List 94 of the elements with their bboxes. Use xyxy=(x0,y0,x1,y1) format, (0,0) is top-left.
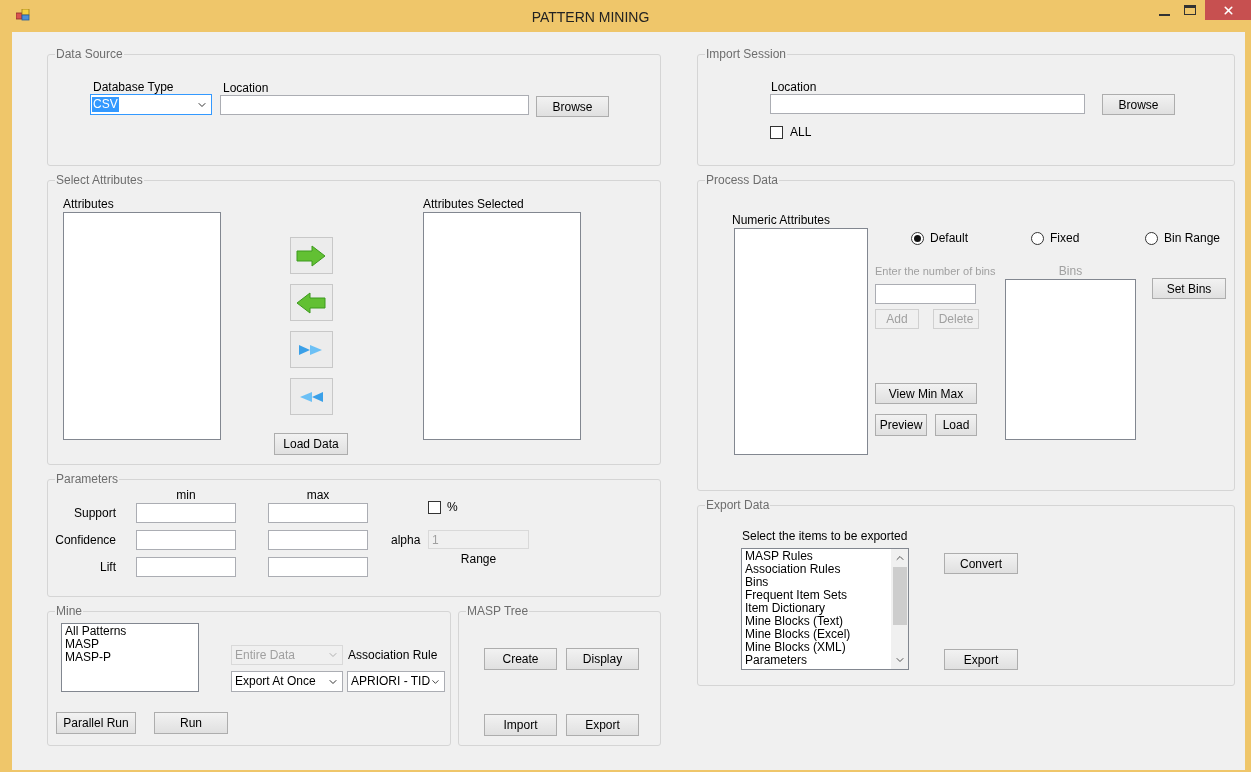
text-field[interactable] xyxy=(770,94,1085,114)
list-box[interactable] xyxy=(63,212,221,440)
move-all-left-button[interactable] xyxy=(289,378,333,415)
radio-label: Default xyxy=(930,231,969,245)
text-field[interactable] xyxy=(220,95,529,115)
text-field[interactable] xyxy=(268,503,368,523)
dropdown[interactable]: Export At Once xyxy=(231,671,343,692)
list-label: Bins xyxy=(1058,264,1083,278)
range-label: Range xyxy=(460,552,497,566)
maximize-icon xyxy=(1184,5,1196,15)
field-label: Location xyxy=(771,80,818,94)
group-title: Parameters xyxy=(55,472,120,486)
move-all-right-button[interactable] xyxy=(289,331,333,368)
field-label: Enter the number of bins xyxy=(875,264,997,278)
arrow-right-icon xyxy=(296,244,326,267)
list-box[interactable] xyxy=(423,212,581,440)
double-arrow-right-icon xyxy=(299,343,323,356)
group-title: Process Data xyxy=(705,173,780,187)
parallel-run-button[interactable]: Parallel Run xyxy=(56,712,136,734)
group-title: Data Source xyxy=(55,47,124,61)
group-title: Import Session xyxy=(705,47,788,61)
field-label: Location xyxy=(223,81,270,95)
parameter-label: Lift xyxy=(100,560,116,574)
text-field[interactable] xyxy=(136,557,236,577)
field-label: alpha xyxy=(391,532,421,547)
checkbox-label: % xyxy=(447,500,458,514)
move-right-button[interactable] xyxy=(289,237,333,274)
group-title: Select Attributes xyxy=(55,173,144,187)
column-label: min xyxy=(176,488,196,502)
close-icon xyxy=(1221,3,1235,17)
move-left-button[interactable] xyxy=(289,284,333,321)
list-label: Attributes Selected xyxy=(423,197,525,211)
group-title: MASP Tree xyxy=(466,604,530,618)
text-field[interactable] xyxy=(268,530,368,550)
app-icon xyxy=(16,9,30,21)
preview-button[interactable]: Preview xyxy=(875,414,927,436)
list-item[interactable]: Frequent Item Sets xyxy=(742,589,891,602)
minimize-icon xyxy=(1158,14,1170,16)
list-item[interactable]: Mine Blocks (XML) xyxy=(742,641,891,654)
scrollbar-thumb[interactable] xyxy=(892,567,907,625)
list-box[interactable] xyxy=(734,228,868,455)
checkbox[interactable] xyxy=(770,125,783,139)
list-label: Numeric Attributes xyxy=(732,213,832,227)
dropdown[interactable]: APRIORI - TID xyxy=(347,671,445,692)
list-label: Select the items to be exported xyxy=(742,529,909,543)
load-data-button[interactable]: Load Data xyxy=(274,433,348,455)
text-field[interactable] xyxy=(875,284,976,304)
view-min-max-button[interactable]: View Min Max xyxy=(875,383,977,404)
list-item[interactable]: MASP xyxy=(62,638,198,651)
text-field[interactable] xyxy=(268,557,368,577)
tree-action-button[interactable]: Create xyxy=(484,648,557,670)
convert-button[interactable]: Convert xyxy=(944,553,1018,574)
text-field[interactable] xyxy=(136,530,236,550)
list-item[interactable]: Association Rules xyxy=(742,563,891,576)
radio-label: Fixed xyxy=(1050,231,1080,245)
set-bins-button[interactable]: Set Bins xyxy=(1152,278,1226,299)
column-label: max xyxy=(306,488,330,502)
window-title: PATTERN MINING xyxy=(531,9,650,25)
parameter-label: Support xyxy=(73,506,116,520)
arrow-left-icon xyxy=(296,291,326,314)
list-item[interactable]: Mine Blocks (Excel) xyxy=(742,628,891,641)
checkbox[interactable] xyxy=(428,500,441,514)
scrollbar[interactable] xyxy=(891,549,908,669)
list-box[interactable]: All Patterns MASP MASP-P xyxy=(61,623,199,692)
run-button[interactable]: Run xyxy=(154,712,228,734)
list-item[interactable]: Item Dictionary xyxy=(742,602,891,615)
list-item[interactable]: Bins xyxy=(742,576,891,589)
list-item[interactable]: Parameters xyxy=(742,654,891,667)
list-item[interactable]: Mine Blocks (Text) xyxy=(742,615,891,628)
list-item[interactable]: MASP-P xyxy=(62,651,198,664)
checkbox-label: ALL xyxy=(790,125,812,139)
list-item[interactable]: All Patterns xyxy=(62,625,198,638)
field-label: Database Type xyxy=(93,80,175,94)
radio-button[interactable] xyxy=(1031,231,1044,245)
group-title: Mine xyxy=(55,604,83,618)
browse-button[interactable]: Browse xyxy=(536,96,609,117)
radio-label: Bin Range xyxy=(1164,231,1221,245)
list-label: Attributes xyxy=(63,197,115,211)
browse-button[interactable]: Browse xyxy=(1102,94,1175,115)
tree-action-button[interactable]: Display xyxy=(566,648,639,670)
tree-action-button[interactable]: Export xyxy=(566,714,639,736)
list-box[interactable] xyxy=(1005,279,1136,440)
load-button[interactable]: Load xyxy=(935,414,977,436)
list-item[interactable]: MASP Rules xyxy=(742,550,891,563)
field-label: Association Rule xyxy=(348,648,438,662)
group-title: Export Data xyxy=(705,498,771,512)
text-field[interactable] xyxy=(136,503,236,523)
export-button[interactable]: Export xyxy=(944,649,1018,670)
radio-button[interactable] xyxy=(1145,231,1158,245)
list-box[interactable]: MASP Rules Association Rules Bins Frequent Item Sets Item Dictionary Mine Blocks (Text) Mine Blocks (Excel) Mine Blocks (XML) Parameters xyxy=(741,548,909,670)
tree-action-button[interactable]: Import xyxy=(484,714,557,736)
parameter-label: Confidence xyxy=(55,533,116,547)
radio-button[interactable] xyxy=(911,231,924,245)
double-arrow-left-icon xyxy=(299,390,323,403)
